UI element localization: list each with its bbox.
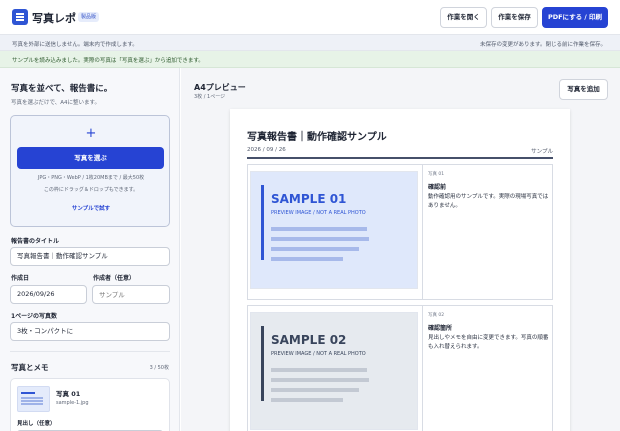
preview-title: A4プレビュー <box>194 83 246 92</box>
app-title: 写真レポ <box>32 12 76 25</box>
photo-entry[interactable]: SAMPLE 02 PREVIEW IMAGE / NOT A REAL PHO… <box>247 305 553 431</box>
privacy-notice-bar: 写真を外部に送信しません。端末内で作成します。 未保存の変更があります。閉じる前… <box>0 35 620 51</box>
sample-photo: SAMPLE 02 PREVIEW IMAGE / NOT A REAL PHO… <box>250 312 418 430</box>
photo-title: SAMPLE 01 <box>271 192 347 206</box>
upload-formats: JPG・PNG・WebP / 1枚20MBまで / 最大50枚 <box>37 175 145 181</box>
photo-memo: 動作確認用のサンプルです。実際の現場写真ではありません。 <box>428 194 549 209</box>
photo-card-name: 写真 01 <box>56 390 81 398</box>
report-title-label: 報告書のタイトル <box>11 238 60 245</box>
photo-number: 写真 01 <box>428 172 445 177</box>
placeholder-line <box>271 257 343 261</box>
placeholder-line <box>271 398 343 402</box>
doc-title: 写真報告書｜動作確認サンプル <box>247 132 387 143</box>
privacy-notice: 写真を外部に送信しません。端末内で作成します。 <box>12 42 138 48</box>
unsaved-notice: 未保存の変更があります。閉じる前に作業を保存。 <box>480 42 606 48</box>
sidebar: 写真を並べて、報告書に。 写真を選ぶだけで、A4に整います。 + 写真を選ぶ J… <box>0 68 180 431</box>
section-divider <box>10 351 170 352</box>
photo-card-file: sample-1.jpg <box>56 400 89 406</box>
placeholder-line <box>271 368 367 372</box>
upload-drop-hint: この枠にドラッグ＆ドロップもできます。 <box>43 187 139 193</box>
edition-badge: 製品版 <box>78 12 100 22</box>
photo-number: 写真 02 <box>428 313 445 318</box>
photo-heading: 確認箇所 <box>428 325 453 332</box>
photo-subtitle: PREVIEW IMAGE / NOT A REAL PHOTO <box>271 351 366 357</box>
photo-heading-label: 見出し（任意） <box>17 421 56 427</box>
date-label: 作成日 <box>11 275 30 282</box>
app-logo-icon <box>12 9 28 25</box>
report-title-input[interactable]: 写真報告書｜動作確認サンプル <box>10 247 170 266</box>
pdf-print-button[interactable]: PDFにする / 印刷 <box>542 7 608 28</box>
per-page-label: 1ページの写真数 <box>11 313 58 320</box>
doc-date: 2026 / 09 / 26 <box>247 147 286 153</box>
preview-pane: A4プレビュー 3枚 / 1ページ 写真を追加 写真報告書｜動作確認サンプル 2… <box>181 68 620 431</box>
add-photo-button[interactable]: 写真を追加 <box>559 79 608 100</box>
photo-entry[interactable]: SAMPLE 01 PREVIEW IMAGE / NOT A REAL PHO… <box>247 164 553 300</box>
placeholder-line <box>271 388 359 392</box>
photo-subtitle: PREVIEW IMAGE / NOT A REAL PHOTO <box>271 210 366 216</box>
choose-photos-button[interactable]: 写真を選ぶ <box>17 147 164 169</box>
placeholder-line <box>271 237 369 241</box>
save-work-button[interactable]: 作業を保存 <box>491 7 538 28</box>
try-sample-link[interactable]: サンプルで試す <box>11 204 171 212</box>
sample-photo: SAMPLE 01 PREVIEW IMAGE / NOT A REAL PHO… <box>250 171 418 289</box>
app-header: 写真レポ 製品版 作業を開く 作業を保存 PDFにする / 印刷 <box>0 0 620 35</box>
photo-heading: 確認前 <box>428 184 447 191</box>
a4-page: 写真報告書｜動作確認サンプル 2026 / 09 / 26 サンプル SAMPL… <box>230 109 570 431</box>
doc-author: サンプル <box>531 149 553 155</box>
upload-dropzone[interactable]: + 写真を選ぶ JPG・PNG・WebP / 1枚20MBまで / 最大50枚 … <box>10 115 170 227</box>
photo-card[interactable]: 写真 01 sample-1.jpg 見出し（任意） <box>10 378 170 431</box>
open-work-button[interactable]: 作業を開く <box>440 7 487 28</box>
photo-title: SAMPLE 02 <box>271 333 347 347</box>
per-page-select[interactable]: 3枚・コンパクトに <box>10 322 170 341</box>
photo-thumbnail <box>17 386 50 412</box>
placeholder-line <box>271 247 359 251</box>
photos-count: 3 / 50枚 <box>149 365 169 371</box>
author-label: 作成者（任意） <box>93 275 136 282</box>
placeholder-line <box>271 378 369 382</box>
date-input[interactable]: 2026/09/26 <box>10 285 87 304</box>
photos-section-title: 写真とメモ <box>11 363 49 372</box>
sample-banner-text: サンプルを読み込みました。実際の写真は「写真を選ぶ」から追加できます。 <box>12 58 204 64</box>
sidebar-heading: 写真を並べて、報告書に。 <box>11 84 113 94</box>
photo-accent-bar <box>261 326 264 401</box>
placeholder-line <box>271 227 367 231</box>
sample-banner: サンプルを読み込みました。実際の写真は「写真を選ぶ」から追加できます。 <box>0 51 620 68</box>
preview-subtitle: 3枚 / 1ページ <box>194 94 226 100</box>
author-input[interactable] <box>92 285 170 304</box>
sidebar-subheading: 写真を選ぶだけで、A4に整います。 <box>11 100 100 106</box>
plus-icon: + <box>85 126 97 141</box>
photo-memo: 見出しやメモを自由に変更できます。写真の順番も入れ替えられます。 <box>428 335 549 350</box>
doc-rule <box>247 157 553 159</box>
photo-accent-bar <box>261 185 264 260</box>
